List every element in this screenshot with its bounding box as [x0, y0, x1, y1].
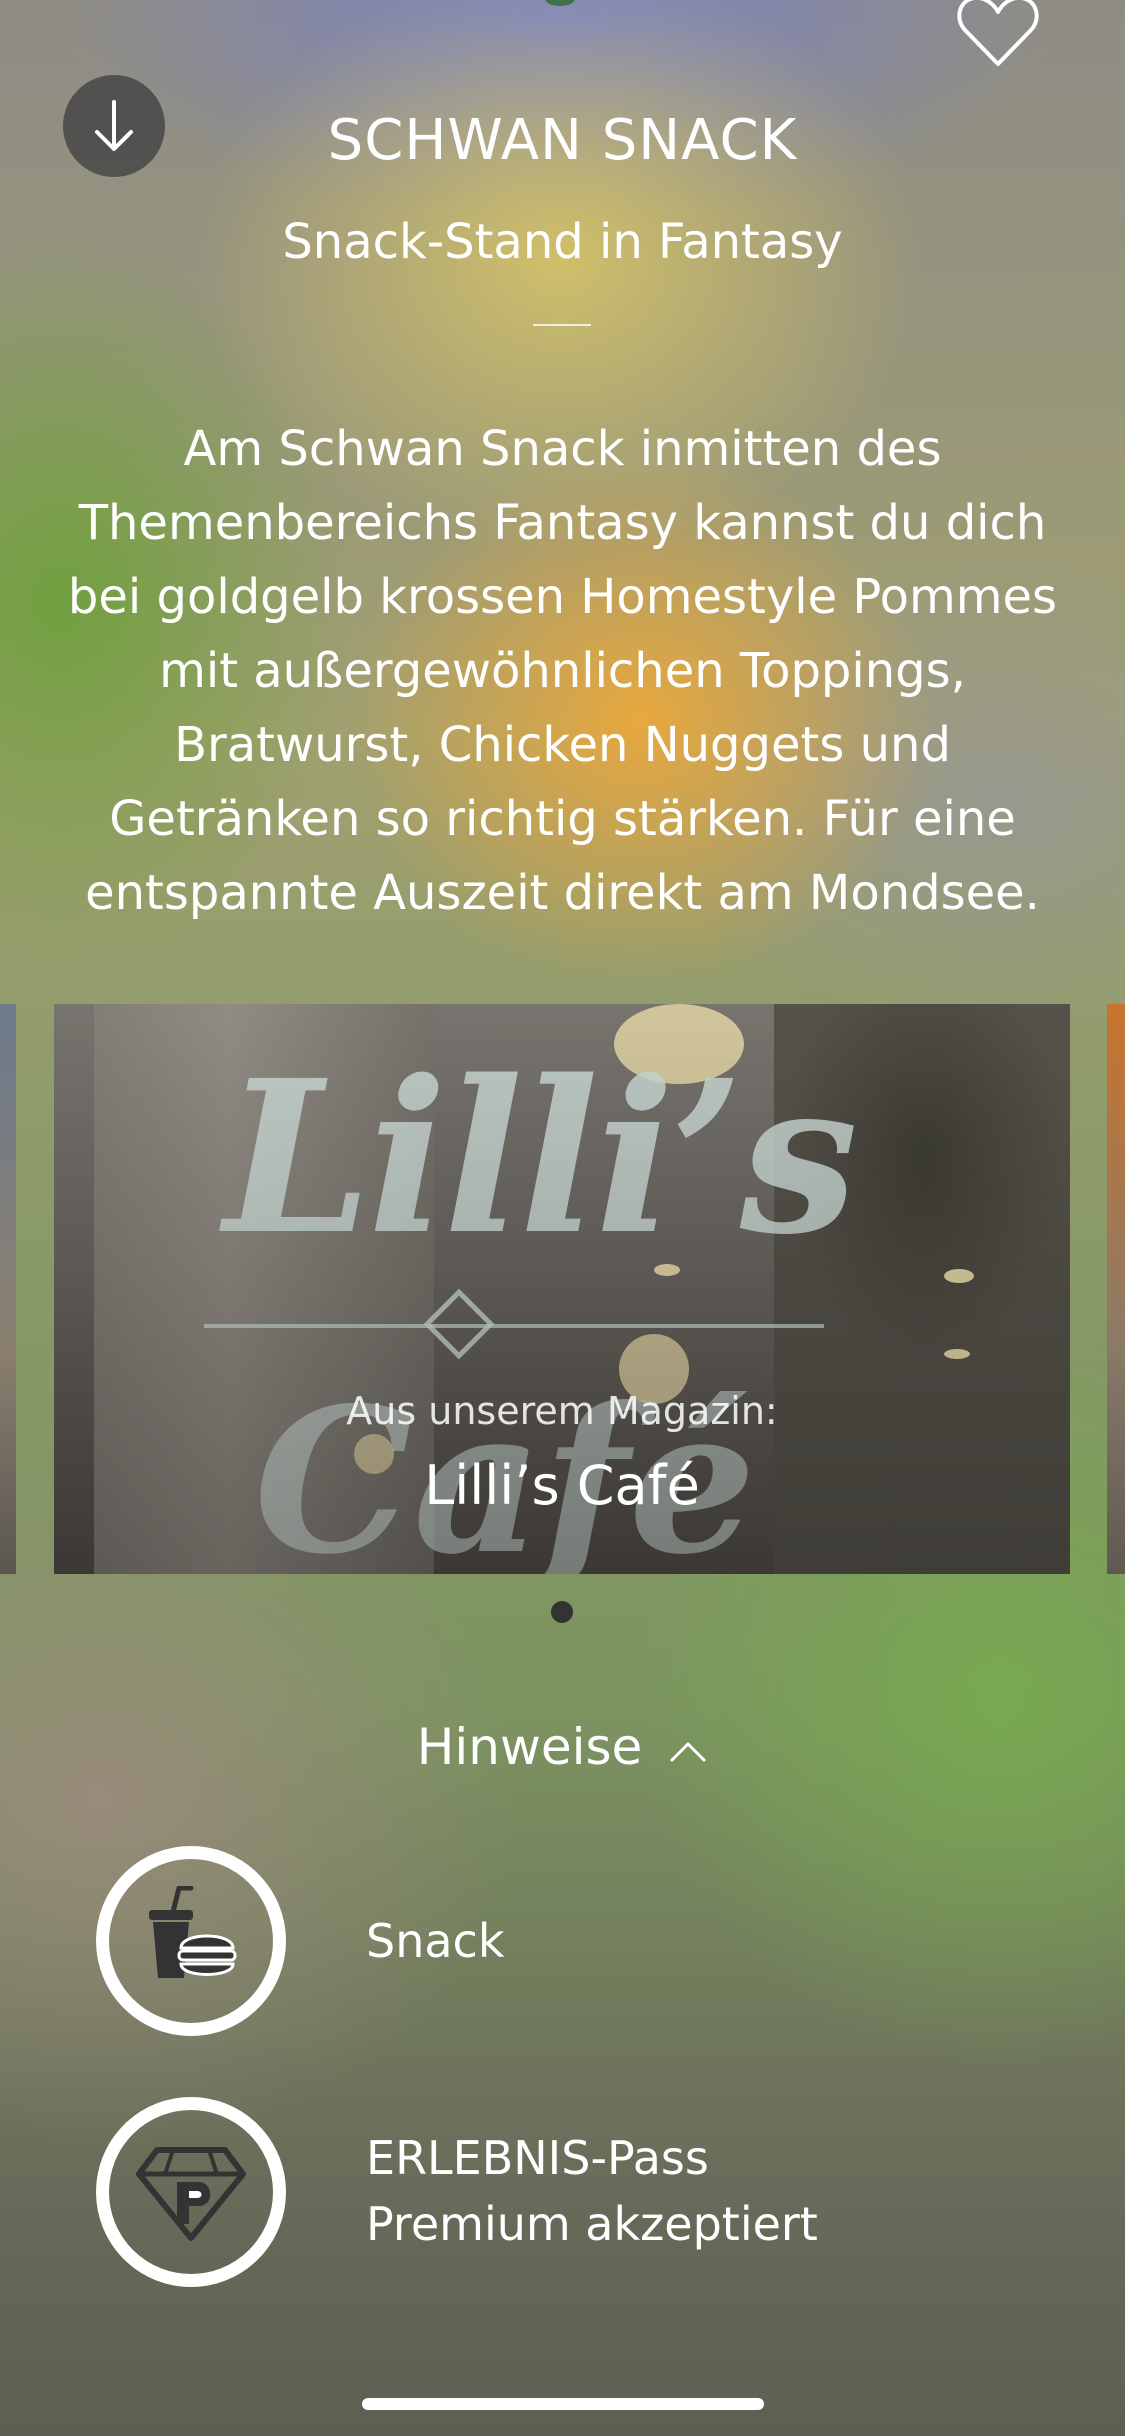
- divider: [533, 324, 591, 326]
- description: Am Schwan Snack inmitten des Themenberei…: [67, 421, 1058, 921]
- page-indicator-dot[interactable]: [551, 1601, 573, 1623]
- note-label-snack: Snack: [366, 1908, 504, 1974]
- heart-icon[interactable]: [955, 0, 1041, 70]
- page-subtitle: Snack-Stand in Fantasy: [282, 214, 843, 270]
- snack-icon-badge: [96, 1846, 286, 2036]
- chevron-up-icon: [670, 1742, 706, 1761]
- note-label-line2: Premium akzeptiert: [366, 2197, 818, 2251]
- notes-toggle[interactable]: Hinweise: [0, 1718, 1125, 1776]
- card-title: Lilli’s Café: [424, 1454, 700, 1517]
- snack-icon: [149, 1886, 237, 1978]
- notes-label: Hinweise: [416, 1718, 643, 1776]
- note-label-premium-pass: ERLEBNIS-Pass Premium akzeptiert: [366, 2125, 818, 2257]
- carousel-card-previous-peek[interactable]: [0, 1004, 16, 1574]
- carousel-card-next-peek[interactable]: [1107, 1004, 1125, 1574]
- magazine-card[interactable]: Lilli’s Café Aus unserem Magazin: Lilli’…: [54, 1004, 1070, 1574]
- note-label-line1: ERLEBNIS-Pass: [366, 2131, 709, 2185]
- note-label-text: Snack: [366, 1914, 505, 1968]
- premium-pass-icon: [136, 2147, 246, 2241]
- note-item-premium-pass: ERLEBNIS-Pass Premium akzeptiert: [96, 2097, 1036, 2287]
- page-title: SCHWAN SNACK: [327, 108, 798, 173]
- card-kicker: Aus unserem Magazin:: [346, 1389, 778, 1433]
- home-indicator[interactable]: [362, 2398, 764, 2410]
- note-item-snack: Snack: [96, 1846, 1036, 2036]
- premium-pass-icon-badge: [96, 2097, 286, 2287]
